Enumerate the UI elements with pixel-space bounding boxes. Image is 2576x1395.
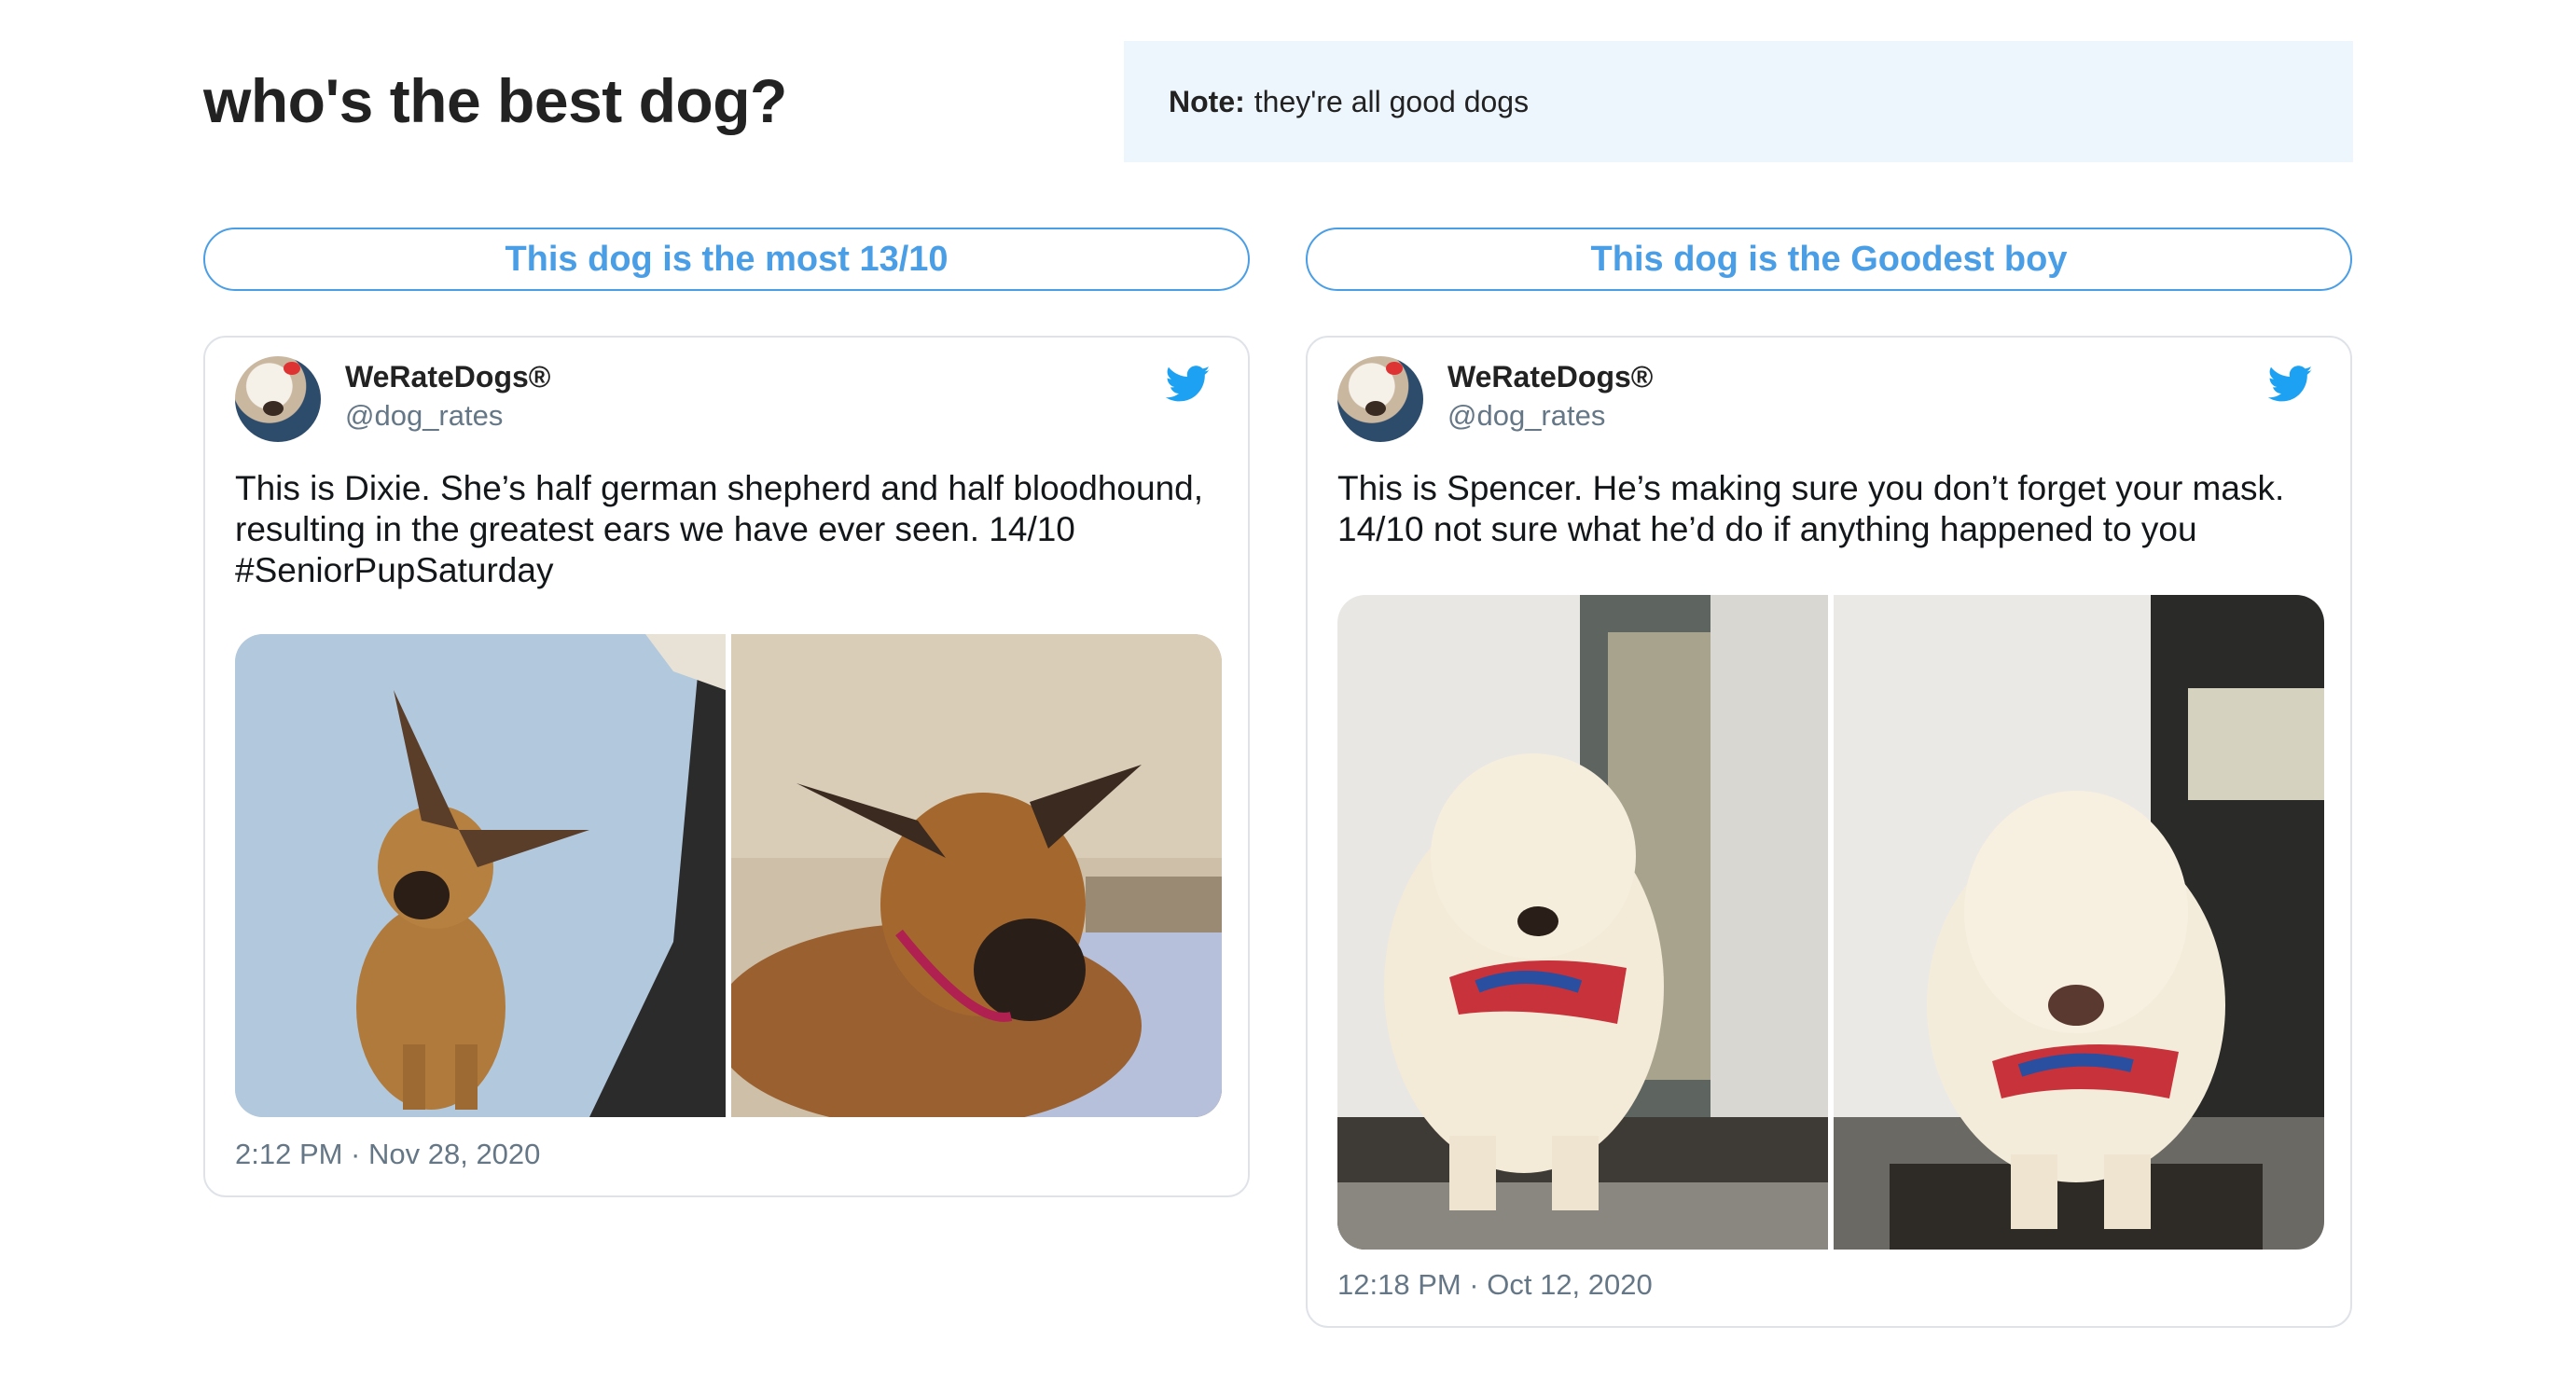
avatar[interactable]	[1337, 356, 1423, 442]
dog-photo-dixie-lying[interactable]	[731, 634, 1222, 1117]
vote-button-option-2[interactable]: This dog is the Goodest boy	[1306, 228, 2352, 291]
tweet-card[interactable]: WeRateDogs® @dog_rates This is Spencer. …	[1306, 336, 2352, 1328]
dog-photo-dixie-sitting[interactable]	[235, 634, 726, 1117]
dog-photo-spencer-mask-1[interactable]	[1337, 595, 1828, 1250]
avatar[interactable]	[235, 356, 321, 442]
tweet-text: This is Dixie. She’s half german shepher…	[235, 469, 1204, 589]
tweet-card[interactable]: WeRateDogs® @dog_rates This is Dixie. Sh…	[203, 336, 1250, 1197]
author-name[interactable]: WeRateDogs®	[345, 360, 550, 394]
tweet-text: This is Spencer. He’s making sure you do…	[1337, 469, 2285, 548]
note-label: Note:	[1169, 84, 1245, 118]
tweet-timestamp[interactable]: 2:12 PM · Nov 28, 2020	[235, 1138, 540, 1171]
page: who's the best dog? Note: they're all go…	[0, 0, 2576, 1395]
author-handle[interactable]: @dog_rates	[1447, 399, 1605, 433]
author-name[interactable]: WeRateDogs®	[1447, 360, 1653, 394]
note-banner: Note: they're all good dogs	[1124, 41, 2353, 162]
twitter-bird-icon[interactable]	[1166, 366, 1211, 403]
tweet-timestamp[interactable]: 12:18 PM · Oct 12, 2020	[1337, 1268, 1653, 1302]
tweet-media	[235, 634, 1222, 1117]
dog-photo-spencer-mask-2[interactable]	[1834, 595, 2324, 1250]
note-text: they're all good dogs	[1253, 84, 1530, 118]
twitter-bird-icon[interactable]	[2268, 366, 2313, 403]
page-title: who's the best dog?	[203, 66, 787, 135]
author-handle[interactable]: @dog_rates	[345, 399, 503, 433]
vote-button-option-1[interactable]: This dog is the most 13/10	[203, 228, 1250, 291]
tweet-media	[1337, 595, 2324, 1250]
